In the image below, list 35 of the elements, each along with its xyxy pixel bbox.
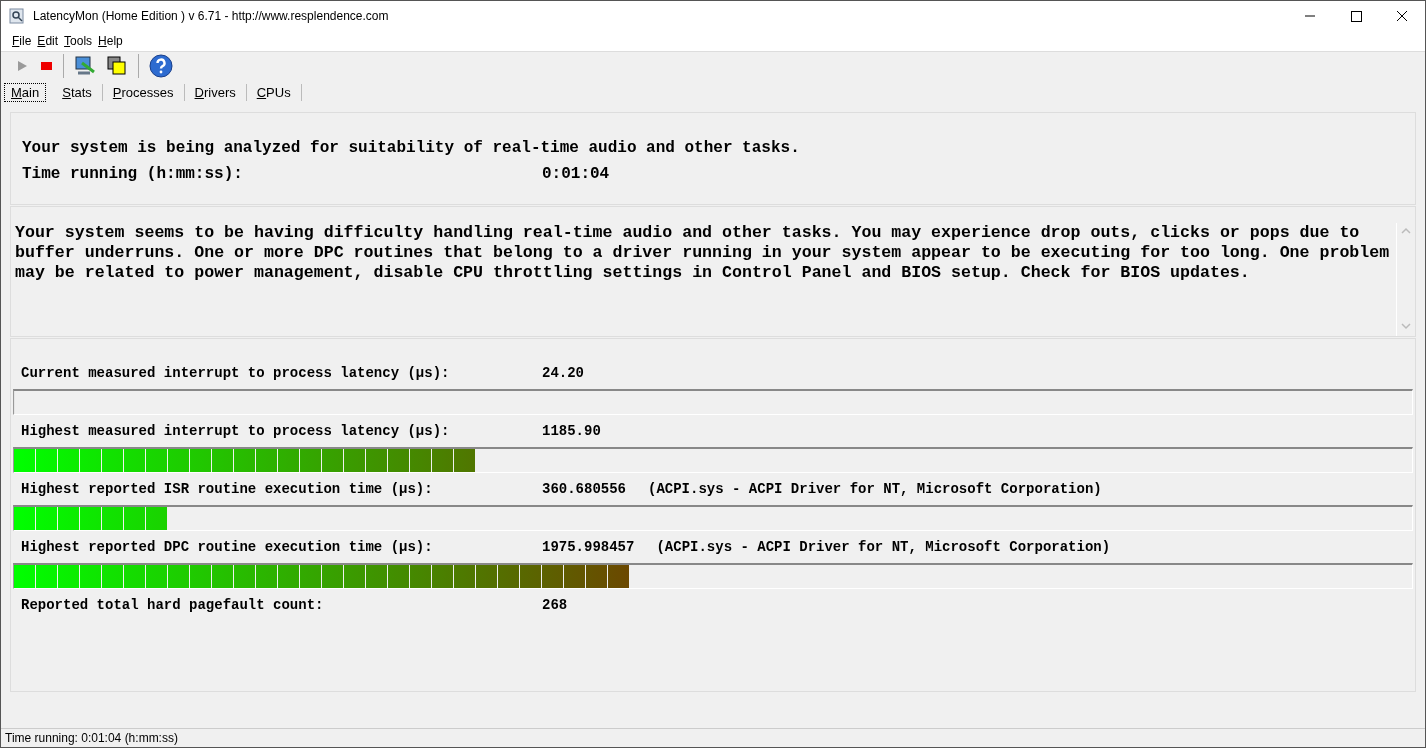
menu-item[interactable]: Help [95,34,126,48]
tab[interactable]: Main [4,82,47,102]
measurement-value: 1975.998457 [542,539,635,555]
status-text: Time running: 0:01:04 (h:mm:ss) [5,731,178,745]
measurement-value: 360.680556 [542,481,626,497]
monitor-icon[interactable] [74,55,96,77]
help-icon[interactable] [149,54,173,78]
analysis-heading: Your system is being analyzed for suitability of real-time audio and other tasks. [22,138,801,159]
measurement-value: 1185.90 [542,423,601,439]
measurement-label: Current measured interrupt to process latency (µs): [21,365,451,381]
stop-icon[interactable] [39,59,53,73]
measurement-label: Highest measured interrupt to process latency (µs): [21,423,451,439]
time-label: Time running (h:mm:ss): [22,164,244,185]
driver-detail: (ACPI.sys - ACPI Driver for NT, Microsoft Corporation) [656,539,1111,555]
measurement-value: 268 [542,597,568,613]
tab[interactable]: CPUs [246,83,302,101]
driver-detail: (ACPI.sys - ACPI Driver for NT, Microsoft Corporation) [648,481,1102,497]
measurement-label: Highest reported DPC routine execution time (µs): [21,539,434,555]
measurement-label: Highest reported ISR routine execution time (µs): [21,481,434,497]
menu-item[interactable]: Edit [34,34,62,48]
app-icon [9,8,25,24]
play-icon[interactable] [15,59,29,73]
tab[interactable]: Stats [52,83,103,101]
scroll-up-icon[interactable] [1401,227,1411,235]
tab[interactable]: Drivers [184,83,247,101]
verdict-text: Your system seems to be having difficulty handling real-time audio and other tasks. You may experience drop outs, clicks or pops due to buffer underruns. One or more DPC routines that belong to a driver running in your system appear to be executing for too long. One problem may be related to power management, disable CPU throttling settings in Control Panel and BIOS setup. Check for BIOS updates. [15,223,1391,284]
windows-icon[interactable] [106,55,128,77]
measurement-value: 24.20 [542,365,584,381]
measurement-label: Reported total hard pagefault count: [21,597,325,613]
scroll-down-icon[interactable] [1401,322,1411,330]
time-value: 0:01:04 [542,164,610,185]
window-title: LatencyMon (Home Edition ) v 6.71 - http://www.resplendence.com [33,9,390,23]
menu-item[interactable]: File [9,34,35,48]
tab[interactable]: Processes [102,83,185,101]
menu-item[interactable]: Tools [61,34,96,48]
